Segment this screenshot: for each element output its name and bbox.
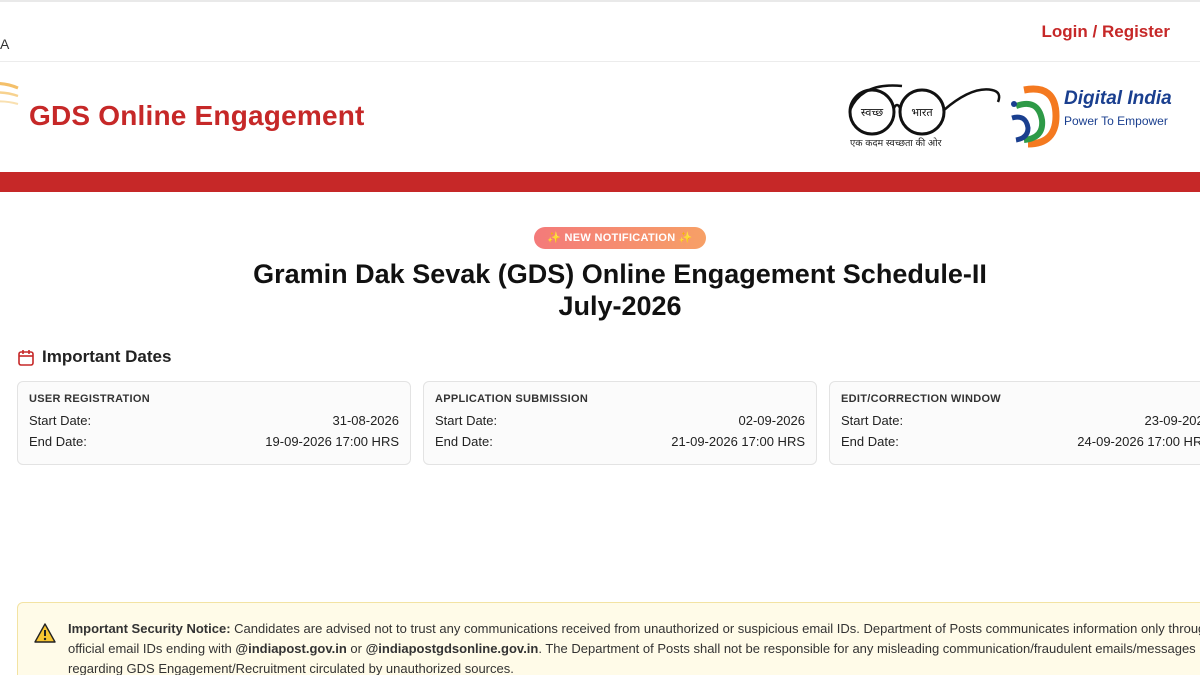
date-card-application-submission: APPLICATION SUBMISSION Start Date: 02-09… xyxy=(423,381,817,465)
india-post-sun-icon xyxy=(0,82,19,105)
start-date-row: Start Date: 02-09-2026 xyxy=(435,413,805,428)
header-red-band xyxy=(0,172,1200,192)
warning-icon xyxy=(34,623,56,643)
start-date-row: Start Date: 31-08-2026 xyxy=(29,413,399,428)
swachh-word-2: भारत xyxy=(911,106,933,119)
start-date-label: Start Date: xyxy=(435,413,498,428)
date-card-title: APPLICATION SUBMISSION xyxy=(435,393,589,405)
badge-label: NEW NOTIFICATION xyxy=(564,232,676,244)
end-date-label: End Date: xyxy=(435,434,493,449)
date-card-edit-correction-window: EDIT/CORRECTION WINDOW Start Date: 23-09… xyxy=(829,381,1200,465)
important-dates-heading: Important Dates xyxy=(18,347,171,367)
notification-title-line-2: July-2026 xyxy=(558,291,682,321)
end-date-value: 24-09-2026 17:00 HRS xyxy=(1077,434,1200,449)
sparkle-icon: ✨ xyxy=(547,232,562,244)
date-card-user-registration: USER REGISTRATION Start Date: 31-08-2026… xyxy=(17,381,411,465)
official-domain-1: @indiapost.gov.in xyxy=(235,641,347,656)
end-date-value: 21-09-2026 17:00 HRS xyxy=(671,434,805,449)
start-date-label: Start Date: xyxy=(841,413,904,428)
important-dates-label: Important Dates xyxy=(42,347,172,366)
digital-india-subtitle: Power To Empower xyxy=(1064,114,1168,128)
security-notice: Important Security Notice: Candidates ar… xyxy=(17,602,1200,675)
swachh-spectacles-icon: स्वच्छ भारत xyxy=(848,84,1001,136)
date-card-title: EDIT/CORRECTION WINDOW xyxy=(841,393,1001,405)
sparkle-icon: ✨ xyxy=(678,232,693,244)
end-date-row: End Date: 24-09-2026 17:00 HRS xyxy=(841,434,1200,449)
new-notification-badge: ✨ NEW NOTIFICATION ✨ xyxy=(534,227,706,249)
calendar-icon xyxy=(18,349,34,366)
digital-india-title: Digital India xyxy=(1064,88,1172,109)
notification-title: Gramin Dak Sevak (GDS) Online Engagement… xyxy=(100,258,1140,322)
site-brand-title: GDS Online Engagement xyxy=(29,100,365,131)
top-bar-text-fragment: A xyxy=(0,36,10,52)
digital-india-logo-icon xyxy=(1011,85,1060,148)
start-date-value: 23-09-2026 xyxy=(1144,413,1200,428)
digital-india-logo: Digital India Power To Empower xyxy=(1004,82,1184,152)
login-register-link[interactable]: Login / Register xyxy=(1042,22,1170,42)
end-date-label: End Date: xyxy=(841,434,899,449)
notification-title-line-1: Gramin Dak Sevak (GDS) Online Engagement… xyxy=(253,259,987,289)
date-card-title: USER REGISTRATION xyxy=(29,393,151,405)
start-date-value: 31-08-2026 xyxy=(332,413,400,428)
end-date-value: 19-09-2026 17:00 HRS xyxy=(265,434,399,449)
end-date-row: End Date: 19-09-2026 17:00 HRS xyxy=(29,434,399,449)
site-header: GDS Online Engagement स्वच्छ भारत एक कदम… xyxy=(0,62,1200,172)
end-date-label: End Date: xyxy=(29,434,87,449)
end-date-row: End Date: 21-09-2026 17:00 HRS xyxy=(435,434,805,449)
security-notice-or: or xyxy=(346,641,366,656)
swachh-bharat-logo: स्वच्छ भारत एक कदम स्वच्छता की ओर xyxy=(842,80,1004,152)
important-dates-cards: USER REGISTRATION Start Date: 31-08-2026… xyxy=(17,381,1200,465)
swachh-word-1: स्वच्छ xyxy=(861,106,883,119)
swachh-tagline: एक कदम स्वच्छता की ओर xyxy=(850,138,942,149)
official-domain-2: @indiapostgdsonline.gov.in xyxy=(365,641,539,656)
start-date-row: Start Date: 23-09-2026 xyxy=(841,413,1200,428)
start-date-label: Start Date: xyxy=(29,413,92,428)
security-notice-label: Important Security Notice: xyxy=(68,621,231,636)
top-bar: A Login / Register xyxy=(0,0,1200,62)
start-date-value: 02-09-2026 xyxy=(738,413,806,428)
